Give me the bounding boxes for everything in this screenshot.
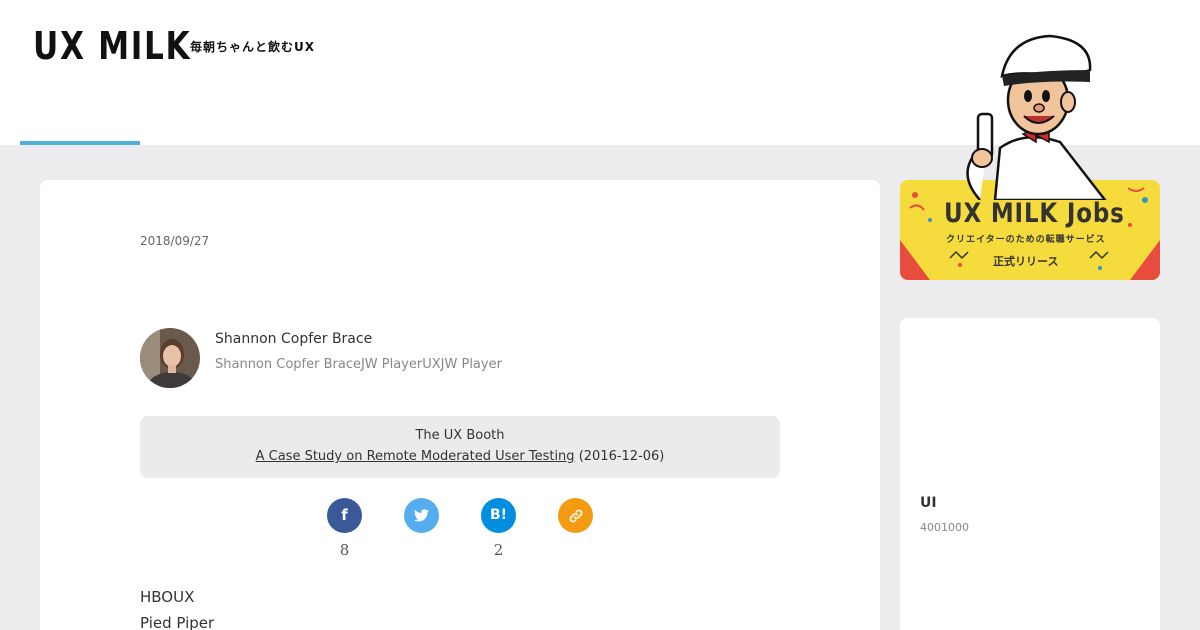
jobs-banner-subtitle: クリエイターのための転職サービス	[946, 235, 1106, 245]
article-date: 2018/09/27	[140, 234, 210, 248]
facebook-share-button[interactable]: f	[327, 498, 362, 533]
facebook-icon: f	[341, 506, 348, 524]
author-avatar[interactable]	[140, 328, 200, 388]
ranking-item-meta: 4001000	[920, 521, 969, 534]
source-line: A Case Study on Remote Moderated User Te…	[140, 449, 780, 464]
facebook-share-count: 8	[339, 541, 350, 559]
article-body: HBOUX Pied Piper	[140, 584, 780, 630]
ranking-item-title[interactable]: UI	[920, 495, 937, 511]
hatena-icon: B!	[489, 507, 508, 523]
article-body-line-2: Pied Piper	[140, 614, 215, 630]
hatena-share-count: 2	[493, 541, 504, 559]
author-bio: Shannon Copfer BraceJW PlayerUXJW Player	[215, 357, 502, 372]
source-box: The UX Booth A Case Study on Remote Mode…	[140, 416, 780, 478]
site-tagline: 毎朝ちゃんと飲むUX	[190, 40, 315, 54]
article-card: 2018/09/27 Shannon Copfer Brace Shannon …	[40, 180, 880, 630]
source-publication: The UX Booth	[415, 428, 505, 443]
jobs-banner-release: 正式リリース	[993, 255, 1059, 268]
twitter-icon	[414, 509, 429, 522]
link-icon	[569, 509, 582, 523]
jobs-banner-title: UX MILK Jobs	[944, 198, 1125, 229]
copy-link-button[interactable]	[558, 498, 593, 533]
source-link[interactable]: A Case Study on Remote Moderated User Te…	[256, 449, 575, 464]
source-date: (2016-12-06)	[578, 449, 665, 464]
milkman-mascot-icon	[966, 34, 1107, 200]
hatena-bookmark-button[interactable]: B!	[481, 498, 516, 533]
author-name[interactable]: Shannon Copfer Brace	[215, 331, 372, 347]
article-body-line-1: HBOUX	[140, 588, 195, 606]
active-nav-indicator	[20, 141, 140, 145]
site-logo[interactable]: UX MILK	[33, 24, 191, 68]
ranking-card: UI 4001000	[900, 318, 1160, 630]
twitter-share-button[interactable]	[404, 498, 439, 533]
